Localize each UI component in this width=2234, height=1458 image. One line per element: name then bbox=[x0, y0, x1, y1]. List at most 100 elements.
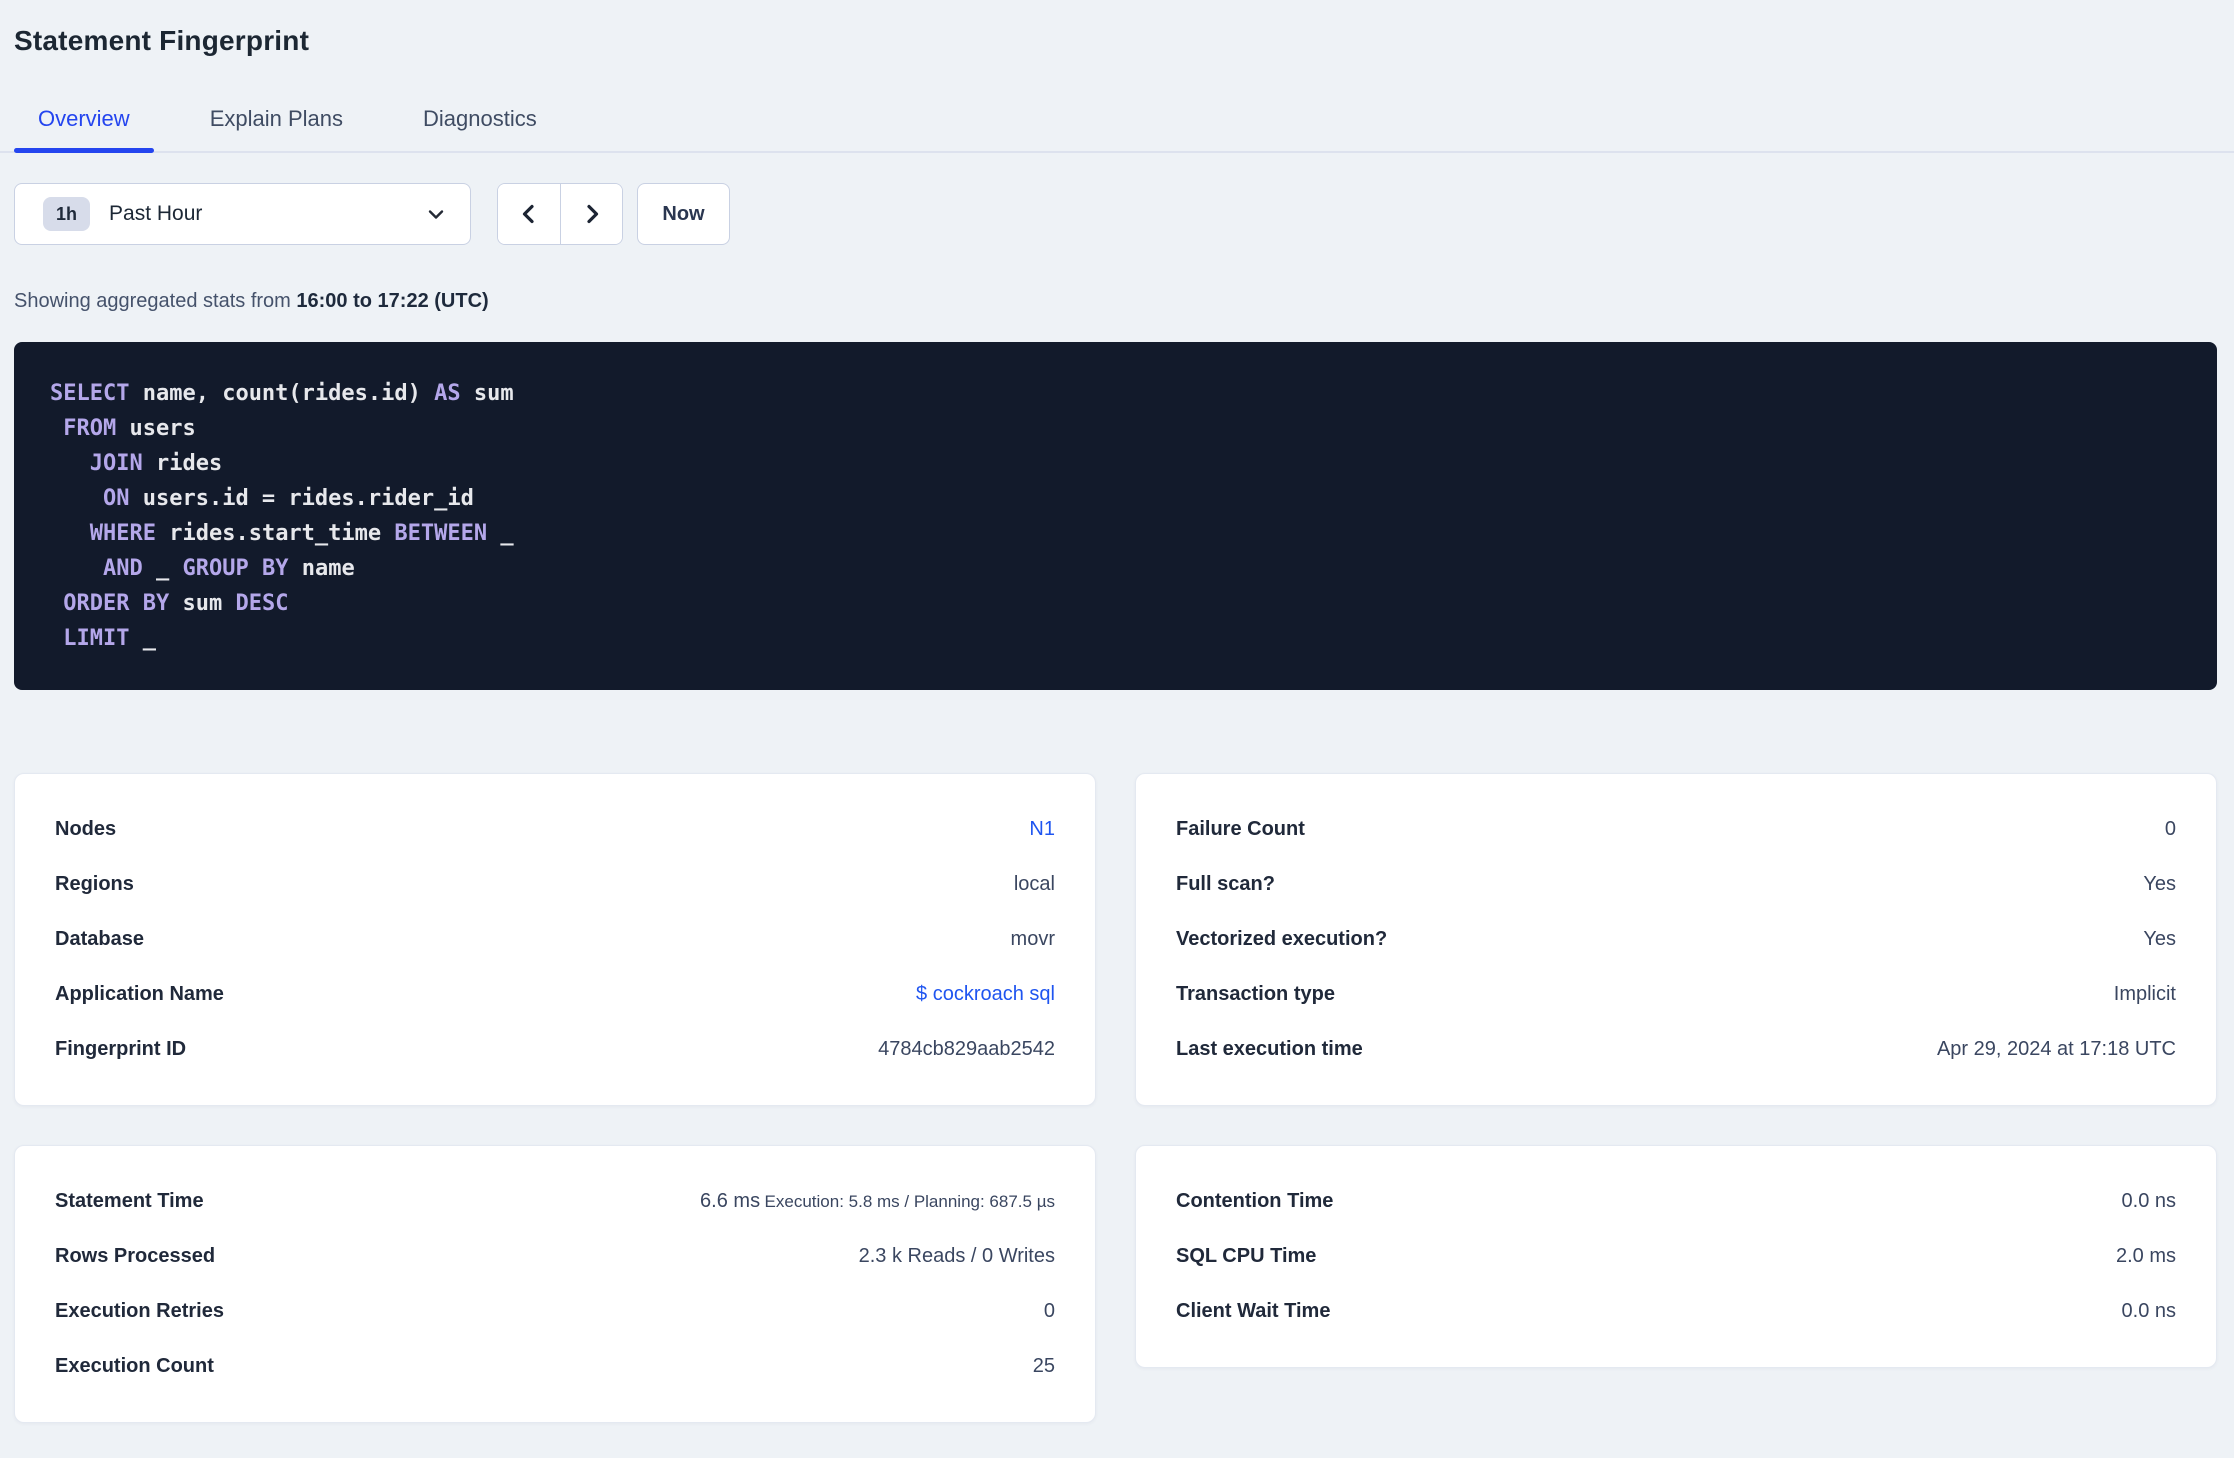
row-value: Yes bbox=[2143, 928, 2176, 950]
row-value-wrap: movr bbox=[1011, 925, 1055, 953]
time-interval-badge: 1h bbox=[43, 197, 91, 231]
card-row: Execution Count 25 bbox=[55, 1339, 1055, 1394]
row-label: Regions bbox=[55, 873, 134, 895]
row-value: 25 bbox=[1032, 1355, 1055, 1377]
row-value-wrap: 4784cb829aab2542 bbox=[878, 1035, 1055, 1063]
card-row: Client Wait Time 0.0 ns bbox=[1176, 1284, 2176, 1339]
row-value: 2.3 k Reads / 0 Writes bbox=[858, 1245, 1055, 1267]
card-row: Transaction type Implicit bbox=[1176, 967, 2176, 1022]
row-value: 4784cb829aab2542 bbox=[878, 1038, 1055, 1060]
tab-overview[interactable]: Overview bbox=[14, 78, 154, 153]
row-value: 0 bbox=[2164, 818, 2176, 840]
sql-line: AND _ GROUP BY name bbox=[102, 556, 355, 581]
row-label: Execution Retries bbox=[55, 1300, 224, 1322]
row-value: local bbox=[1013, 873, 1055, 895]
row-value: Yes bbox=[2143, 873, 2176, 895]
row-value-wrap: 2.3 k Reads / 0 Writes bbox=[859, 1242, 1055, 1270]
sql-statement-box: SELECT name, count(rides.id) AS sum FROM… bbox=[14, 342, 2217, 690]
row-value: Apr 29, 2024 at 17:18 UTC bbox=[1936, 1038, 2176, 1060]
card-wait-timing: Contention Time 0.0 ns SQL CPU Time 2.0 … bbox=[1135, 1145, 2217, 1368]
tab-bar: Overview Explain Plans Diagnostics bbox=[0, 78, 2234, 153]
row-value-wrap: 0 bbox=[2165, 815, 2176, 843]
card-row: Statement Time 6.6 ms Execution: 5.8 ms … bbox=[55, 1174, 1055, 1229]
sql-line: ORDER BY sum DESC bbox=[63, 591, 289, 616]
row-value-wrap: 25 bbox=[1033, 1352, 1055, 1380]
row-value: movr bbox=[1010, 928, 1055, 950]
row-label: Execution Count bbox=[55, 1355, 214, 1377]
row-label: Database bbox=[55, 928, 144, 950]
row-label: SQL CPU Time bbox=[1176, 1245, 1317, 1267]
card-row: Full scan? Yes bbox=[1176, 857, 2176, 912]
row-label: Client Wait Time bbox=[1176, 1300, 1331, 1322]
row-value-wrap: Apr 29, 2024 at 17:18 UTC bbox=[1937, 1035, 2176, 1063]
chevron-right-icon bbox=[580, 202, 604, 226]
row-value: 0.0 ns bbox=[2121, 1300, 2176, 1322]
time-pager bbox=[497, 183, 623, 245]
card-row: Last execution time Apr 29, 2024 at 17:1… bbox=[1176, 1022, 2176, 1077]
row-label: Full scan? bbox=[1176, 873, 1275, 895]
time-interval-dropdown[interactable]: 1h Past Hour bbox=[14, 183, 471, 245]
row-label: Rows Processed bbox=[55, 1245, 216, 1267]
tab-diagnostics[interactable]: Diagnostics bbox=[399, 78, 561, 151]
row-value-wrap: local bbox=[1014, 870, 1055, 898]
card-row: Contention Time 0.0 ns bbox=[1176, 1174, 2176, 1229]
row-value-wrap: 0 bbox=[1044, 1297, 1055, 1325]
card-row: Regions local bbox=[55, 857, 1055, 912]
row-label: Vectorized execution? bbox=[1176, 928, 1388, 950]
row-value: 6.6 ms bbox=[700, 1190, 761, 1212]
row-value: 2.0 ms bbox=[2115, 1245, 2176, 1267]
stats-summary-range: 16:00 to 17:22 (UTC) bbox=[296, 290, 489, 312]
row-label: Nodes bbox=[55, 818, 117, 840]
row-value: Implicit bbox=[2113, 983, 2176, 1005]
sql-line: ON users.id = rides.rider_id bbox=[102, 486, 474, 511]
row-label: Failure Count bbox=[1176, 818, 1305, 840]
time-interval-label: Past Hour bbox=[109, 202, 203, 225]
row-value-wrap: Yes bbox=[2143, 925, 2176, 953]
stats-summary-prefix: Showing aggregated stats from bbox=[14, 290, 297, 312]
row-value-wrap: 0.0 ns bbox=[2122, 1187, 2176, 1215]
row-value-link[interactable]: N1 bbox=[1029, 818, 1055, 840]
sql-line: WHERE rides.start_time BETWEEN _ bbox=[89, 521, 514, 546]
row-label: Fingerprint ID bbox=[55, 1038, 187, 1060]
sql-line: JOIN rides bbox=[89, 451, 223, 476]
card-row: Failure Count 0 bbox=[1176, 802, 2176, 857]
chevron-left-icon bbox=[517, 202, 541, 226]
now-button[interactable]: Now bbox=[637, 183, 730, 245]
row-label: Last execution time bbox=[1176, 1038, 1363, 1060]
row-label: Statement Time bbox=[55, 1190, 204, 1212]
row-value-wrap: Implicit bbox=[2114, 980, 2176, 1008]
card-row: SQL CPU Time 2.0 ms bbox=[1176, 1229, 2176, 1284]
time-toolbar: 1h Past Hour Now bbox=[14, 183, 2217, 245]
card-row: Rows Processed 2.3 k Reads / 0 Writes bbox=[55, 1229, 1055, 1284]
card-statement-timing: Statement Time 6.6 ms Execution: 5.8 ms … bbox=[14, 1145, 1096, 1423]
card-statement-details: Nodes N1 Regions local Database movr App… bbox=[14, 773, 1096, 1106]
row-label: Transaction type bbox=[1176, 983, 1335, 1005]
card-row: Application Name $ cockroach sql bbox=[55, 967, 1055, 1022]
summary-cards: Nodes N1 Regions local Database movr App… bbox=[14, 773, 2217, 1423]
row-sub-value: Execution: 5.8 ms / Planning: 687.5 µs bbox=[764, 1192, 1055, 1211]
page-title: Statement Fingerprint bbox=[14, 25, 310, 56]
row-value-wrap: $ cockroach sql bbox=[916, 980, 1055, 1008]
row-value-wrap: 6.6 ms Execution: 5.8 ms / Planning: 687… bbox=[700, 1187, 1055, 1215]
row-value-wrap: 2.0 ms bbox=[2116, 1242, 2176, 1270]
row-value-link[interactable]: $ cockroach sql bbox=[916, 983, 1055, 1005]
stats-summary: Showing aggregated stats from 16:00 to 1… bbox=[14, 287, 2217, 315]
card-execution-attributes: Failure Count 0 Full scan? Yes Vectorize… bbox=[1135, 773, 2217, 1106]
sql-line: LIMIT _ bbox=[63, 626, 156, 651]
row-value-wrap: 0.0 ns bbox=[2122, 1297, 2176, 1325]
card-row: Database movr bbox=[55, 912, 1055, 967]
sql-line: SELECT name, count(rides.id) AS sum bbox=[50, 381, 514, 406]
row-label: Contention Time bbox=[1176, 1190, 1334, 1212]
row-value: 0.0 ns bbox=[2121, 1190, 2176, 1212]
row-value-wrap: N1 bbox=[1029, 815, 1055, 843]
time-prev-button[interactable] bbox=[498, 184, 560, 244]
tab-explain-plans[interactable]: Explain Plans bbox=[186, 78, 367, 151]
card-row: Nodes N1 bbox=[55, 802, 1055, 857]
time-next-button[interactable] bbox=[560, 184, 622, 244]
row-value-wrap: Yes bbox=[2143, 870, 2176, 898]
row-value: 0 bbox=[1043, 1300, 1055, 1322]
chevron-down-icon bbox=[424, 202, 448, 226]
row-label: Application Name bbox=[55, 983, 224, 1005]
card-row: Fingerprint ID 4784cb829aab2542 bbox=[55, 1022, 1055, 1077]
statement-fingerprint-page: Statement Fingerprint Overview Explain Pl… bbox=[0, 0, 2234, 1423]
